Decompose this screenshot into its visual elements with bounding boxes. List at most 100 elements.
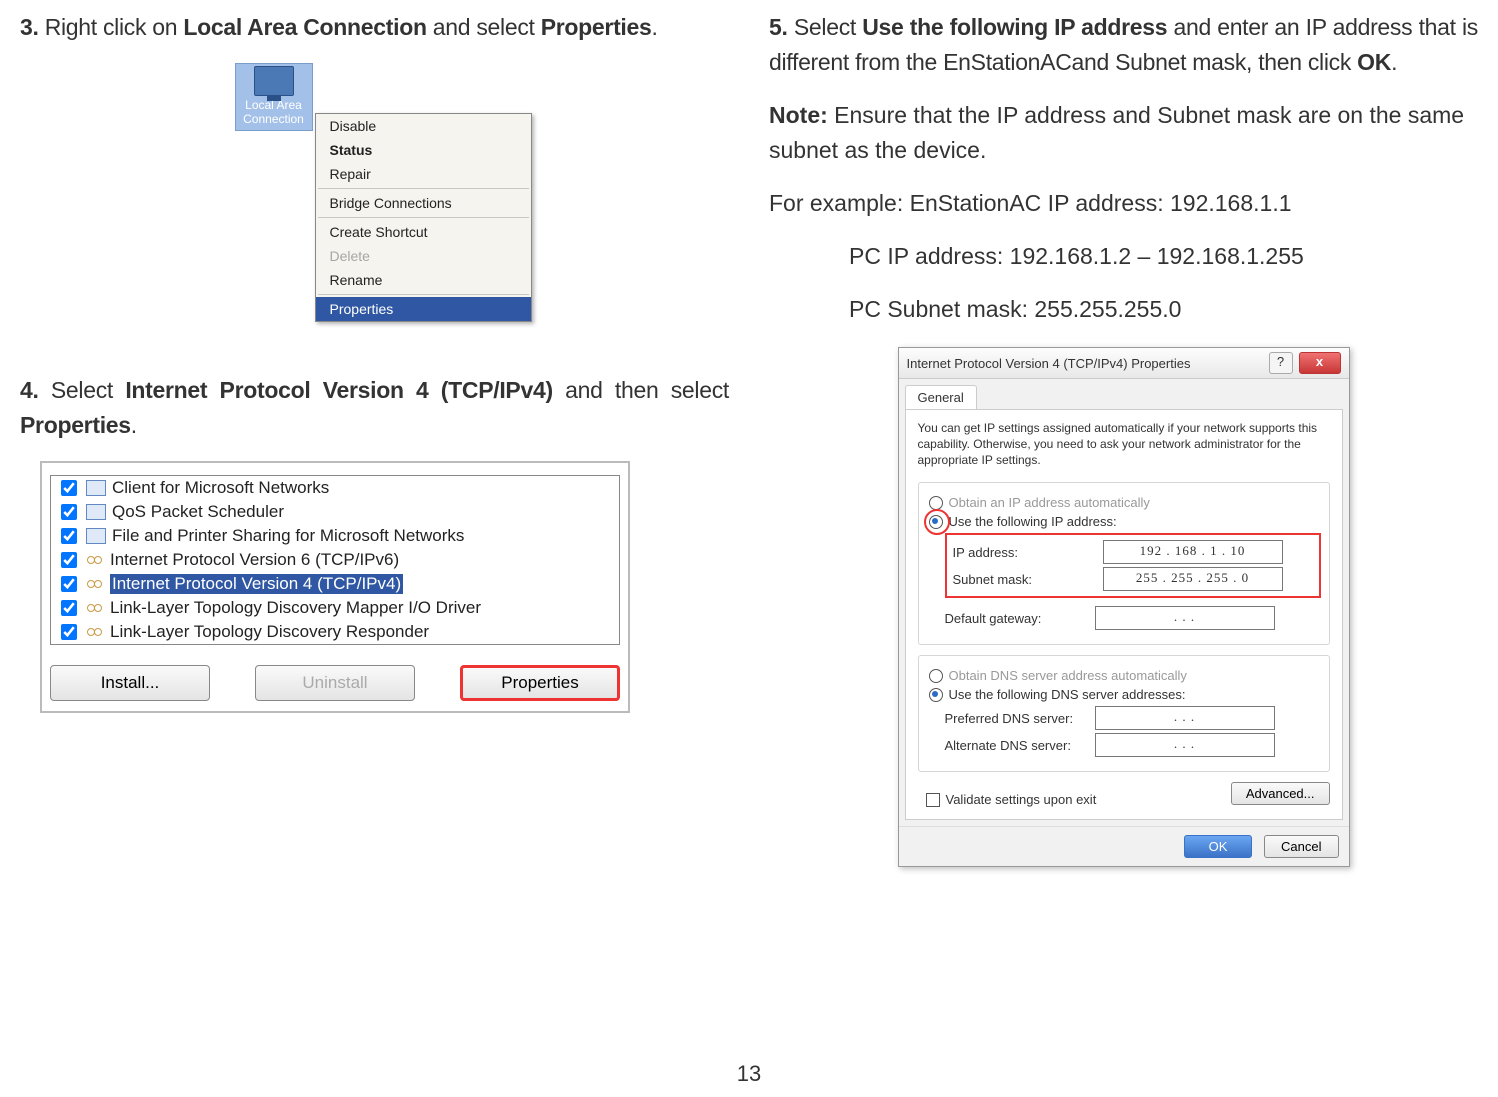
checkbox[interactable] (61, 480, 77, 496)
context-menu[interactable]: Disable Status Repair Bridge Connections… (315, 113, 532, 322)
gateway-field[interactable]: . . . (1095, 606, 1275, 630)
step-3-b2: Properties (541, 14, 652, 40)
list-item-selected[interactable]: Internet Protocol Version 4 (TCP/IPv4) (51, 572, 619, 596)
menu-shortcut[interactable]: Create Shortcut (316, 220, 531, 244)
menu-separator (318, 217, 529, 218)
radio-use-dns-label: Use the following DNS server addresses: (949, 687, 1186, 702)
step-3-t1: Right click on (45, 14, 184, 40)
validate-label: Validate settings upon exit (946, 792, 1097, 807)
radio-icon[interactable] (929, 688, 943, 702)
step-3-t2: and select (427, 14, 541, 40)
list-item[interactable]: File and Printer Sharing for Microsoft N… (51, 524, 619, 548)
dialog-titlebar[interactable]: Internet Protocol Version 4 (TCP/IPv4) P… (899, 348, 1349, 379)
radio-auto-dns-label: Obtain DNS server address automatically (949, 668, 1187, 683)
service-icon (86, 504, 106, 520)
menu-status[interactable]: Status (316, 138, 531, 162)
ip-address-field[interactable]: 192 . 168 . 1 . 10 (1103, 540, 1283, 564)
menu-properties[interactable]: Properties (316, 297, 531, 321)
checkbox[interactable] (61, 504, 77, 520)
help-button[interactable]: ? (1269, 352, 1293, 374)
step-4-t1: Select (51, 377, 125, 403)
step-5-b1: Use the following IP address (862, 14, 1167, 40)
protocol-icon (86, 577, 104, 591)
note-body: Ensure that the IP address and Subnet ma… (769, 102, 1464, 163)
radio-icon[interactable] (929, 496, 943, 510)
ip-address-label: IP address: (953, 545, 1103, 560)
properties-button[interactable]: Properties (460, 665, 620, 701)
dns-fieldset: Obtain DNS server address automatically … (918, 655, 1330, 772)
note-label: Note: (769, 102, 828, 128)
menu-bridge[interactable]: Bridge Connections (316, 191, 531, 215)
step-5-num: 5. (769, 14, 788, 40)
menu-separator (318, 294, 529, 295)
item-label: QoS Packet Scheduler (112, 502, 284, 522)
step-5-t1: Select (794, 14, 862, 40)
pc-subnet-line: PC Subnet mask: 255.255.255.0 (769, 292, 1478, 327)
step-3-t3: . (652, 14, 658, 40)
note-block: Note: Ensure that the IP address and Sub… (769, 98, 1478, 168)
checkbox-icon[interactable] (926, 793, 940, 807)
radio-auto-dns: Obtain DNS server address automatically (929, 668, 1325, 683)
list-item[interactable]: Link-Layer Topology Discovery Mapper I/O… (51, 596, 619, 620)
step-3-b1: Local Area Connection (183, 14, 426, 40)
alternate-dns-field[interactable]: . . . (1095, 733, 1275, 757)
subnet-mask-label: Subnet mask: (953, 572, 1103, 587)
advanced-button[interactable]: Advanced... (1231, 782, 1330, 805)
checkbox[interactable] (61, 552, 77, 568)
service-icon (86, 528, 106, 544)
list-item[interactable]: Client for Microsoft Networks (51, 476, 619, 500)
dialog-title: Internet Protocol Version 4 (TCP/IPv4) P… (907, 356, 1191, 371)
step-4-b1: Internet Protocol Version 4 (TCP/IPv4) (125, 377, 553, 403)
checkbox[interactable] (61, 600, 77, 616)
step-5: 5. Select Use the following IP address a… (769, 10, 1478, 80)
item-label: Link-Layer Topology Discovery Mapper I/O… (110, 598, 481, 618)
dialog-footer: OK Cancel (899, 826, 1349, 866)
local-area-connection-icon[interactable]: Local Area Connection (235, 63, 313, 131)
radio-icon[interactable] (929, 515, 943, 529)
radio-use-dns[interactable]: Use the following DNS server addresses: (929, 687, 1325, 702)
install-button[interactable]: Install... (50, 665, 210, 701)
tab-general[interactable]: General (905, 385, 977, 409)
close-button[interactable]: x (1299, 352, 1341, 374)
ip-fieldset: Obtain an IP address automatically Use t… (918, 482, 1330, 645)
tab-panel: You can get IP settings assigned automat… (905, 409, 1343, 820)
gateway-input-group: Default gateway: . . . (945, 606, 1325, 630)
subnet-mask-field[interactable]: 255 . 255 . 255 . 0 (1103, 567, 1283, 591)
radio-use-ip-label: Use the following IP address: (949, 514, 1117, 529)
step-3-num: 3. (20, 14, 39, 40)
connection-item-list[interactable]: Client for Microsoft Networks QoS Packet… (50, 475, 620, 645)
menu-rename[interactable]: Rename (316, 268, 531, 292)
checkbox[interactable] (61, 624, 77, 640)
step-4-b2: Properties (20, 412, 131, 438)
page-number: 13 (0, 1061, 1498, 1087)
radio-icon (929, 669, 943, 683)
step-4: 4. Select Internet Protocol Version 4 (T… (20, 373, 729, 443)
figure-context-menu: Local Area Connection Disable Status Rep… (225, 63, 525, 343)
cancel-button[interactable]: Cancel (1264, 835, 1338, 858)
tab-strip: General (899, 379, 1349, 409)
item-label: File and Printer Sharing for Microsoft N… (112, 526, 464, 546)
example-line: For example: EnStationAC IP address: 192… (769, 186, 1478, 221)
step-3: 3. Right click on Local Area Connection … (20, 10, 729, 45)
preferred-dns-field[interactable]: . . . (1095, 706, 1275, 730)
menu-repair[interactable]: Repair (316, 162, 531, 186)
list-item[interactable]: QoS Packet Scheduler (51, 500, 619, 524)
uninstall-button: Uninstall (255, 665, 415, 701)
checkbox[interactable] (61, 528, 77, 544)
step-5-t3: . (1391, 49, 1397, 75)
protocol-icon (86, 625, 104, 639)
radio-auto-ip[interactable]: Obtain an IP address automatically (929, 495, 1325, 510)
list-item[interactable]: Link-Layer Topology Discovery Responder (51, 620, 619, 644)
item-label: Client for Microsoft Networks (112, 478, 329, 498)
radio-use-ip[interactable]: Use the following IP address: (929, 514, 1325, 529)
item-label: Internet Protocol Version 4 (TCP/IPv4) (110, 574, 403, 594)
menu-delete: Delete (316, 244, 531, 268)
lac-label: Local Area Connection (243, 98, 304, 126)
checkbox[interactable] (61, 576, 77, 592)
validate-checkbox-row[interactable]: Validate settings upon exit (926, 792, 1097, 807)
list-item[interactable]: Internet Protocol Version 6 (TCP/IPv6) (51, 548, 619, 572)
figure-ipv4-dialog: Internet Protocol Version 4 (TCP/IPv4) P… (898, 347, 1350, 867)
ok-button[interactable]: OK (1184, 835, 1253, 858)
menu-disable[interactable]: Disable (316, 114, 531, 138)
figure-connection-items: Client for Microsoft Networks QoS Packet… (40, 461, 630, 713)
